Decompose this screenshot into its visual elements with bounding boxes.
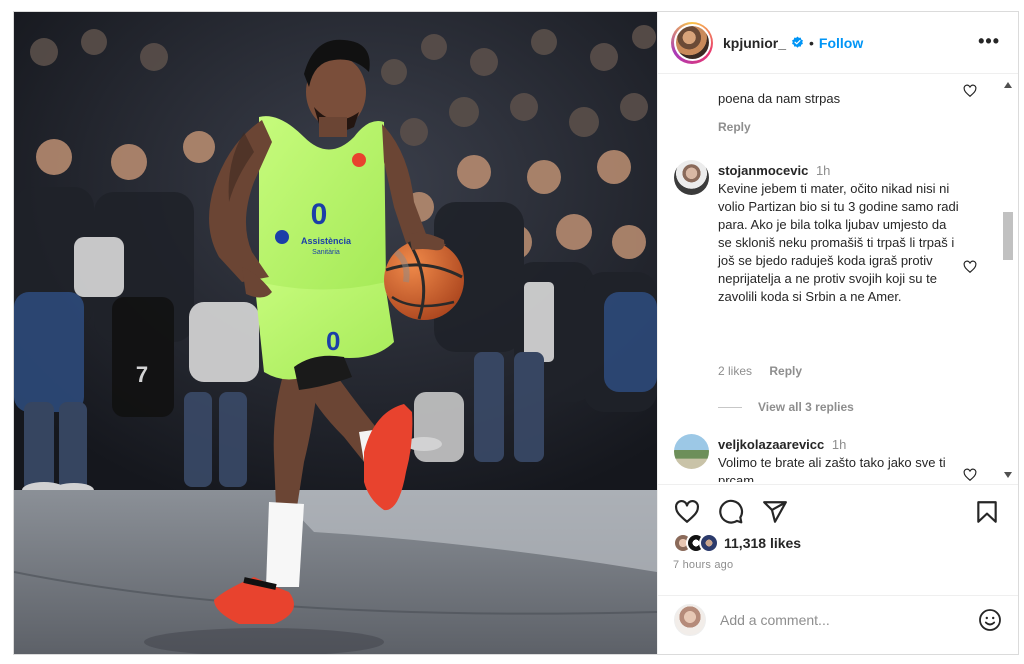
comments-scrollbar[interactable] <box>1002 82 1014 478</box>
author-avatar-image <box>675 26 709 59</box>
post-photo[interactable]: 7 0 0 Assistència Sanitària <box>14 12 657 654</box>
comment-like-heart-icon[interactable] <box>963 468 977 482</box>
post-time[interactable]: 7 hours ago <box>673 559 733 571</box>
jersey-number: 0 <box>311 198 328 231</box>
jersey-sponsor-sub: Sanitària <box>312 249 340 256</box>
comment-likes[interactable]: 2 likes <box>718 364 752 378</box>
scroll-down-arrow-icon[interactable] <box>1004 472 1012 478</box>
comment-time: 1h <box>815 163 831 178</box>
comment-like-heart-icon[interactable] <box>963 260 977 274</box>
comment-icon[interactable] <box>718 499 744 525</box>
comments-list[interactable]: poena da nam strpas Reply stojanmocevic … <box>658 74 1018 482</box>
shorts-number: 0 <box>326 326 340 356</box>
bookmark-icon[interactable] <box>974 499 1000 525</box>
post-header: kpjunior_ • Follow ••• <box>658 12 1018 74</box>
view-replies-label: View all 3 replies <box>758 400 854 414</box>
post-side-panel: kpjunior_ • Follow ••• poena da nam strp… <box>657 12 1018 654</box>
add-comment-input[interactable]: Add a comment... <box>720 612 830 628</box>
verified-badge-icon <box>792 36 803 48</box>
scrollbar-thumb[interactable] <box>1003 212 1013 260</box>
likes-row[interactable]: 11,318 likes <box>673 533 801 553</box>
more-options-icon[interactable]: ••• <box>978 32 1000 50</box>
post-actions: 11,318 likes 7 hours ago Add a comment..… <box>658 484 1018 644</box>
scroll-up-arrow-icon[interactable] <box>1004 82 1012 88</box>
heart-icon[interactable] <box>674 499 700 525</box>
replies-divider <box>718 406 742 408</box>
post-frame: 7 0 0 Assistència Sanitària kpjunior_ • … <box>13 11 1019 655</box>
follow-button[interactable]: Follow <box>819 35 863 51</box>
comment-time: 1h <box>831 437 847 452</box>
comment-text: Kevine jebem ti mater, očito nikad nisi … <box>718 181 959 304</box>
likes-count[interactable]: 11,318 likes <box>724 535 801 551</box>
comment-reply-button[interactable]: Reply <box>769 364 802 378</box>
author-avatar[interactable] <box>671 21 713 64</box>
comment-meta: 2 likes Reply <box>718 364 802 378</box>
share-icon[interactable] <box>762 499 788 525</box>
jersey-sponsor: Assistència <box>301 236 352 246</box>
commenter-avatar[interactable] <box>674 160 709 195</box>
author-username[interactable]: kpjunior_ <box>723 35 786 51</box>
liker-avatar <box>699 533 719 553</box>
crowd-shirt-number: 7 <box>136 362 148 387</box>
comment-composer: Add a comment... <box>658 595 1018 643</box>
comment-text: Volimo te brate ali zašto tako jako sve … <box>718 455 946 482</box>
commenter-username[interactable]: stojanmocevic <box>718 163 808 178</box>
current-user-avatar <box>674 603 706 636</box>
header-separator: • <box>809 34 814 51</box>
comment-like-heart-icon[interactable] <box>963 84 977 98</box>
view-replies-button[interactable]: View all 3 replies <box>718 400 854 414</box>
comment-text: poena da nam strpas <box>718 91 841 106</box>
commenter-username[interactable]: veljkolazaarevicc <box>718 437 824 452</box>
comment-reply-button[interactable]: Reply <box>718 120 751 134</box>
commenter-avatar[interactable] <box>674 434 709 469</box>
photo-illustration: 7 0 0 Assistència Sanitària <box>14 12 657 654</box>
emoji-icon[interactable] <box>978 608 1002 632</box>
